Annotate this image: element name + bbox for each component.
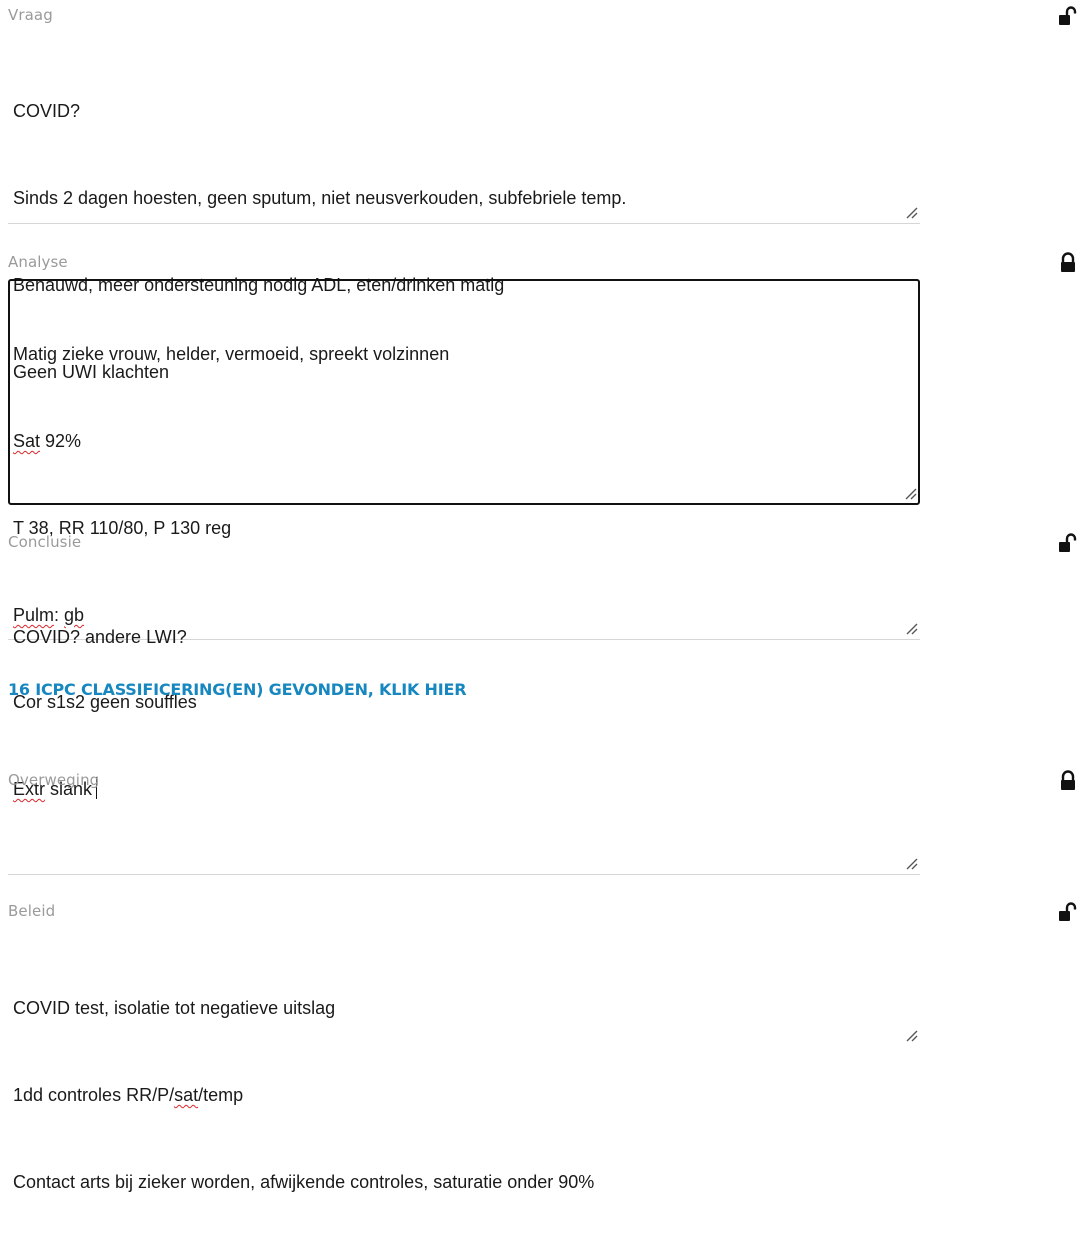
icpc-classification-link[interactable]: 16 ICPC CLASSIFICERING(EN) GEVONDEN, KLI… bbox=[8, 680, 467, 699]
beleid-textarea[interactable]: COVID test, isolatie tot negatieve uitsl… bbox=[8, 933, 920, 1192]
resize-grip-icon[interactable] bbox=[904, 1028, 918, 1042]
locked-padlock-icon[interactable] bbox=[1058, 770, 1078, 792]
unlocked-padlock-icon[interactable] bbox=[1058, 902, 1078, 924]
field-label-overweging: Overweging bbox=[8, 771, 100, 789]
text-line: 1dd controles RR/P/sat/temp bbox=[13, 1085, 244, 1105]
resize-grip-icon[interactable] bbox=[903, 486, 917, 500]
field-label-beleid: Beleid bbox=[8, 902, 56, 920]
text-line: Matig zieke vrouw, helder, vermoeid, spr… bbox=[13, 344, 450, 364]
field-label-analyse: Analyse bbox=[8, 253, 68, 271]
text-line: Sinds 2 dagen hoesten, geen sputum, niet… bbox=[13, 188, 627, 208]
overweging-textarea[interactable] bbox=[8, 799, 920, 875]
conclusie-textarea[interactable]: COVID? andere LWI? bbox=[8, 562, 920, 647]
locked-padlock-icon[interactable] bbox=[1058, 252, 1078, 274]
resize-grip-icon[interactable] bbox=[904, 856, 918, 870]
vraag-textarea[interactable]: COVID? Sinds 2 dagen hoesten, geen sputu… bbox=[8, 36, 920, 382]
analyse-textarea[interactable]: Matig zieke vrouw, helder, vermoeid, spr… bbox=[8, 279, 920, 799]
resize-grip-icon[interactable] bbox=[904, 205, 918, 219]
field-label-vraag: Vraag bbox=[8, 6, 53, 24]
field-label-conclusie: Conclusie bbox=[8, 533, 82, 551]
misspelled-word[interactable]: Sat bbox=[13, 431, 40, 451]
misspelled-word[interactable]: sat bbox=[174, 1085, 198, 1105]
resize-grip-icon[interactable] bbox=[904, 621, 918, 635]
text-line: Contact arts bij zieker worden, afwijken… bbox=[13, 1172, 595, 1192]
text-line: COVID test, isolatie tot negatieve uitsl… bbox=[13, 998, 336, 1018]
unlocked-padlock-icon[interactable] bbox=[1058, 533, 1078, 555]
text-line: Sat 92% bbox=[13, 431, 82, 451]
text-line: COVID? andere LWI? bbox=[13, 627, 187, 647]
text-line: COVID? bbox=[13, 101, 81, 121]
unlocked-padlock-icon[interactable] bbox=[1058, 6, 1078, 28]
